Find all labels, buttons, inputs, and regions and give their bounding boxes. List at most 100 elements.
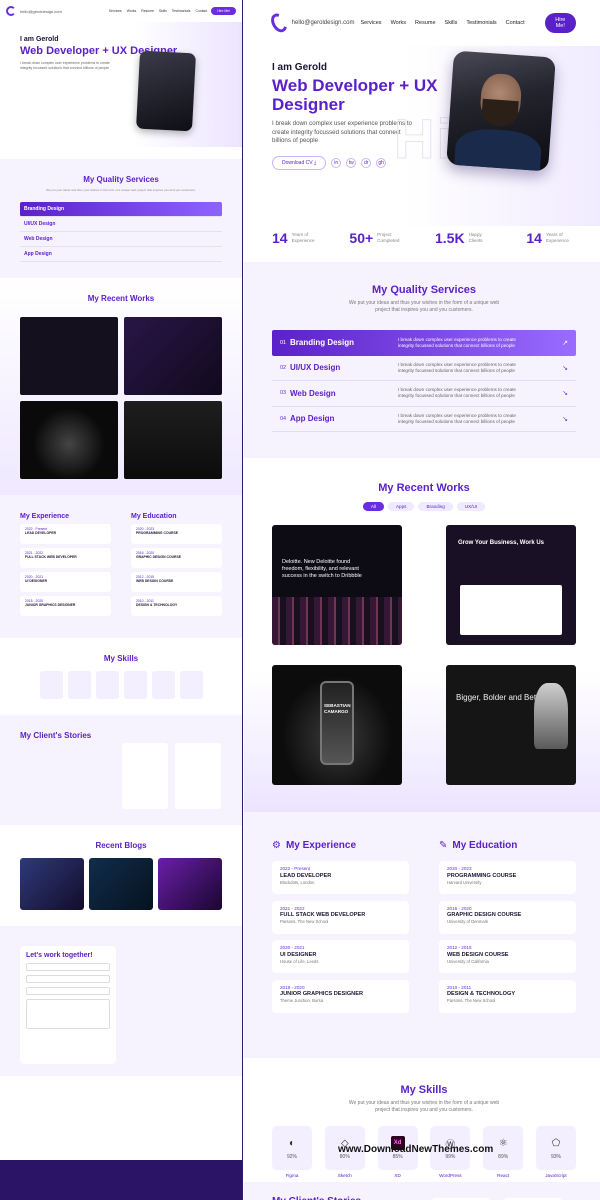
thumb-menu-item: Services [108, 9, 122, 13]
thumb-hire-button: Hire Me! [211, 7, 236, 15]
work-card-deloitte[interactable]: Deloitte. New Deloitte found freedom, fl… [272, 525, 402, 645]
thumb-exp-item: 2021 - 2022 FULL STACK WEB DEVELOPER [20, 548, 111, 568]
download-cv-button[interactable]: Download CV ⤓ [272, 155, 327, 170]
github-icon[interactable]: gh [376, 157, 387, 168]
portrait-image [446, 50, 556, 172]
filter-all[interactable]: All [362, 502, 384, 511]
work-card-text: Grow Your Business, Work Us [458, 540, 545, 546]
thumb-skill-box [179, 671, 203, 699]
thumb-services: My Quality Services We put your ideas an… [0, 159, 242, 278]
html5-icon: ⬠ [551, 1137, 561, 1149]
thumb-story-card [122, 743, 168, 809]
work-card-business[interactable]: Grow Your Business, Work Us [446, 525, 576, 645]
service-number: 01 [280, 339, 287, 346]
service-name: UI/UX Design [290, 363, 341, 373]
graduation-cap-icon: ✎ [439, 840, 448, 851]
service-name: Branding Design [290, 338, 355, 348]
stat-years-2: 14 Years of Experience [526, 230, 569, 246]
stats-row: 14 Years of Experience 50+ Project Complet… [244, 226, 600, 262]
thumb-service-row: App Design [20, 247, 222, 262]
experience-item: 2020 - 2021 UI DESIGNER House of Life, Lee… [272, 940, 409, 973]
hire-me-button[interactable]: Hire Me! [544, 13, 576, 33]
menu-item-testimonials[interactable]: Testimonials [466, 20, 496, 26]
works-grid: Deloitte. New Deloitte found freedom, fl… [272, 525, 576, 785]
service-text: I break down complex user experience pro… [398, 361, 516, 373]
thumb-skill-box [95, 671, 119, 699]
filter-apps[interactable]: Apps [387, 502, 415, 511]
work-card-phone[interactable]: SEBASTIAN CAMARGO [272, 665, 402, 785]
linkedin-icon[interactable]: in [331, 157, 342, 168]
thumb-story-card [175, 743, 221, 809]
menu-item-resume[interactable]: Resume [415, 20, 435, 26]
thumb-education-title: My Education [131, 513, 177, 520]
menu-item-services[interactable]: Services [360, 20, 381, 26]
figma-icon: ◐ [288, 1137, 296, 1149]
experience-column: ⚙ My Experience 2022 - Present LEAD DEVELO… [272, 840, 409, 1038]
resume-section: ⚙ My Experience 2022 - Present LEAD DEVELO… [244, 812, 600, 1058]
services-title: My Quality Services [372, 284, 476, 296]
skill-figma: ◐ 92% Figma [272, 1126, 312, 1178]
watermark-credit: www.DownloadNewThemes.com [338, 1144, 494, 1155]
hero-watermark: Hi [394, 107, 454, 171]
experience-item: 2022 - Present LEAD DEVELOPER Blockdots, L… [272, 861, 409, 894]
experience-heading: ⚙ My Experience [272, 840, 357, 851]
experience-item: 2021 - 2022 FULL STACK WEB DEVELOPER Parso… [272, 900, 409, 934]
service-text: I break down complex user experience pro… [398, 336, 516, 348]
thumb-works-grid [20, 317, 222, 479]
arrow-down-right-icon: ↘ [562, 364, 568, 372]
works-title: My Recent Works [378, 482, 470, 494]
briefcase-icon: ⚙ [272, 840, 281, 851]
arrow-down-right-icon: ↘ [562, 390, 568, 398]
thumb-skills: My Skills [0, 638, 242, 715]
thumb-blogs-title: Recent Blogs [95, 841, 147, 850]
education-item: 2012 - 2015 WEB DESIGN COURSE University o… [439, 940, 576, 973]
main-menu: Services Works Resume Skills Testimonial… [360, 20, 524, 26]
twitter-icon[interactable]: tw [346, 157, 357, 168]
work-card-statue[interactable]: Bigger, Bolder and Better [446, 665, 576, 785]
full-page-thumbnail: hello@geroldesign.com Services Works Res… [0, 0, 243, 1200]
education-item: 2010 - 2011 DESIGN & TECHNOLOGY Parsons, T… [439, 979, 576, 1013]
thumb-footer [0, 1160, 242, 1200]
thumb-edu-item: 2010 - 2011 DESIGN & TECHNOLOGY [131, 596, 222, 616]
menu-item-works[interactable]: Works [391, 20, 406, 26]
thumb-exp-item: 2018 - 2020 JUNIOR GRAPHICS DESIGNER [20, 596, 111, 616]
thumb-service-row: UI/UX Design [20, 217, 222, 232]
dribbble-icon[interactable]: dr [361, 157, 372, 168]
service-item[interactable]: 01 Branding Design I break down complex … [272, 330, 576, 356]
logo-icon[interactable] [267, 10, 290, 36]
service-item[interactable]: 04 App Design I break down complex user … [272, 407, 576, 432]
service-item[interactable]: 02 UI/UX Design I break down complex use… [272, 356, 576, 381]
service-number: 04 [280, 415, 287, 422]
thumb-blog-row [20, 858, 222, 910]
thumb-menu-item: Contact [195, 9, 208, 13]
thumb-edu-item: 2012 - 2015 WEB DESIGN COURSE [131, 572, 222, 592]
menu-item-skills[interactable]: Skills [445, 20, 458, 26]
thumb-work-card [124, 401, 222, 479]
service-item[interactable]: 03 Web Design I break down complex user … [272, 381, 576, 407]
thumb-stories: My Client's Stories [0, 715, 242, 825]
thumb-services-title: My Quality Services [83, 175, 159, 184]
thumb-work-card [124, 317, 222, 395]
thumb-edu-item: 2020 - 2023 PROGRAMMING COURSE [131, 524, 222, 544]
education-column: ✎ My Education 2020 - 2023 PROGRAMMING COU… [439, 840, 576, 1038]
thumb-greeting: I am Gerold [20, 36, 59, 43]
stat-clients: 1.5K Happy Clients [434, 230, 483, 246]
work-card-text: SEBASTIAN CAMARGO [324, 703, 351, 714]
thumb-menu-item: Resume [141, 9, 154, 13]
arrow-up-right-icon: ↗ [562, 339, 568, 347]
service-name: Web Design [290, 388, 336, 398]
skills-section: My Skills We put your ideas and thus you… [244, 1058, 600, 1182]
zoomed-page: hello@geroldesign.com Services Works Res… [244, 0, 600, 1200]
thumb-contact-title: Let's work together! [26, 952, 93, 959]
thumb-menu-item: Skills [158, 9, 167, 13]
menu-item-contact[interactable]: Contact [506, 20, 525, 26]
thumb-experience-title: My Experience [20, 513, 70, 520]
thumb-blog-card [158, 858, 222, 910]
filter-branding[interactable]: Branding [418, 502, 453, 511]
thumb-skill-box [123, 671, 147, 699]
thumb-email: hello@geroldesign.com [20, 8, 62, 14]
contact-email[interactable]: hello@geroldesign.com [292, 20, 355, 26]
filter-uxui[interactable]: UX/UI [456, 502, 486, 511]
thumb-hero: I am Gerold Web Developer + UX Designer … [0, 22, 242, 147]
thumb-nav: hello@geroldesign.com Services Works Res… [0, 0, 242, 22]
